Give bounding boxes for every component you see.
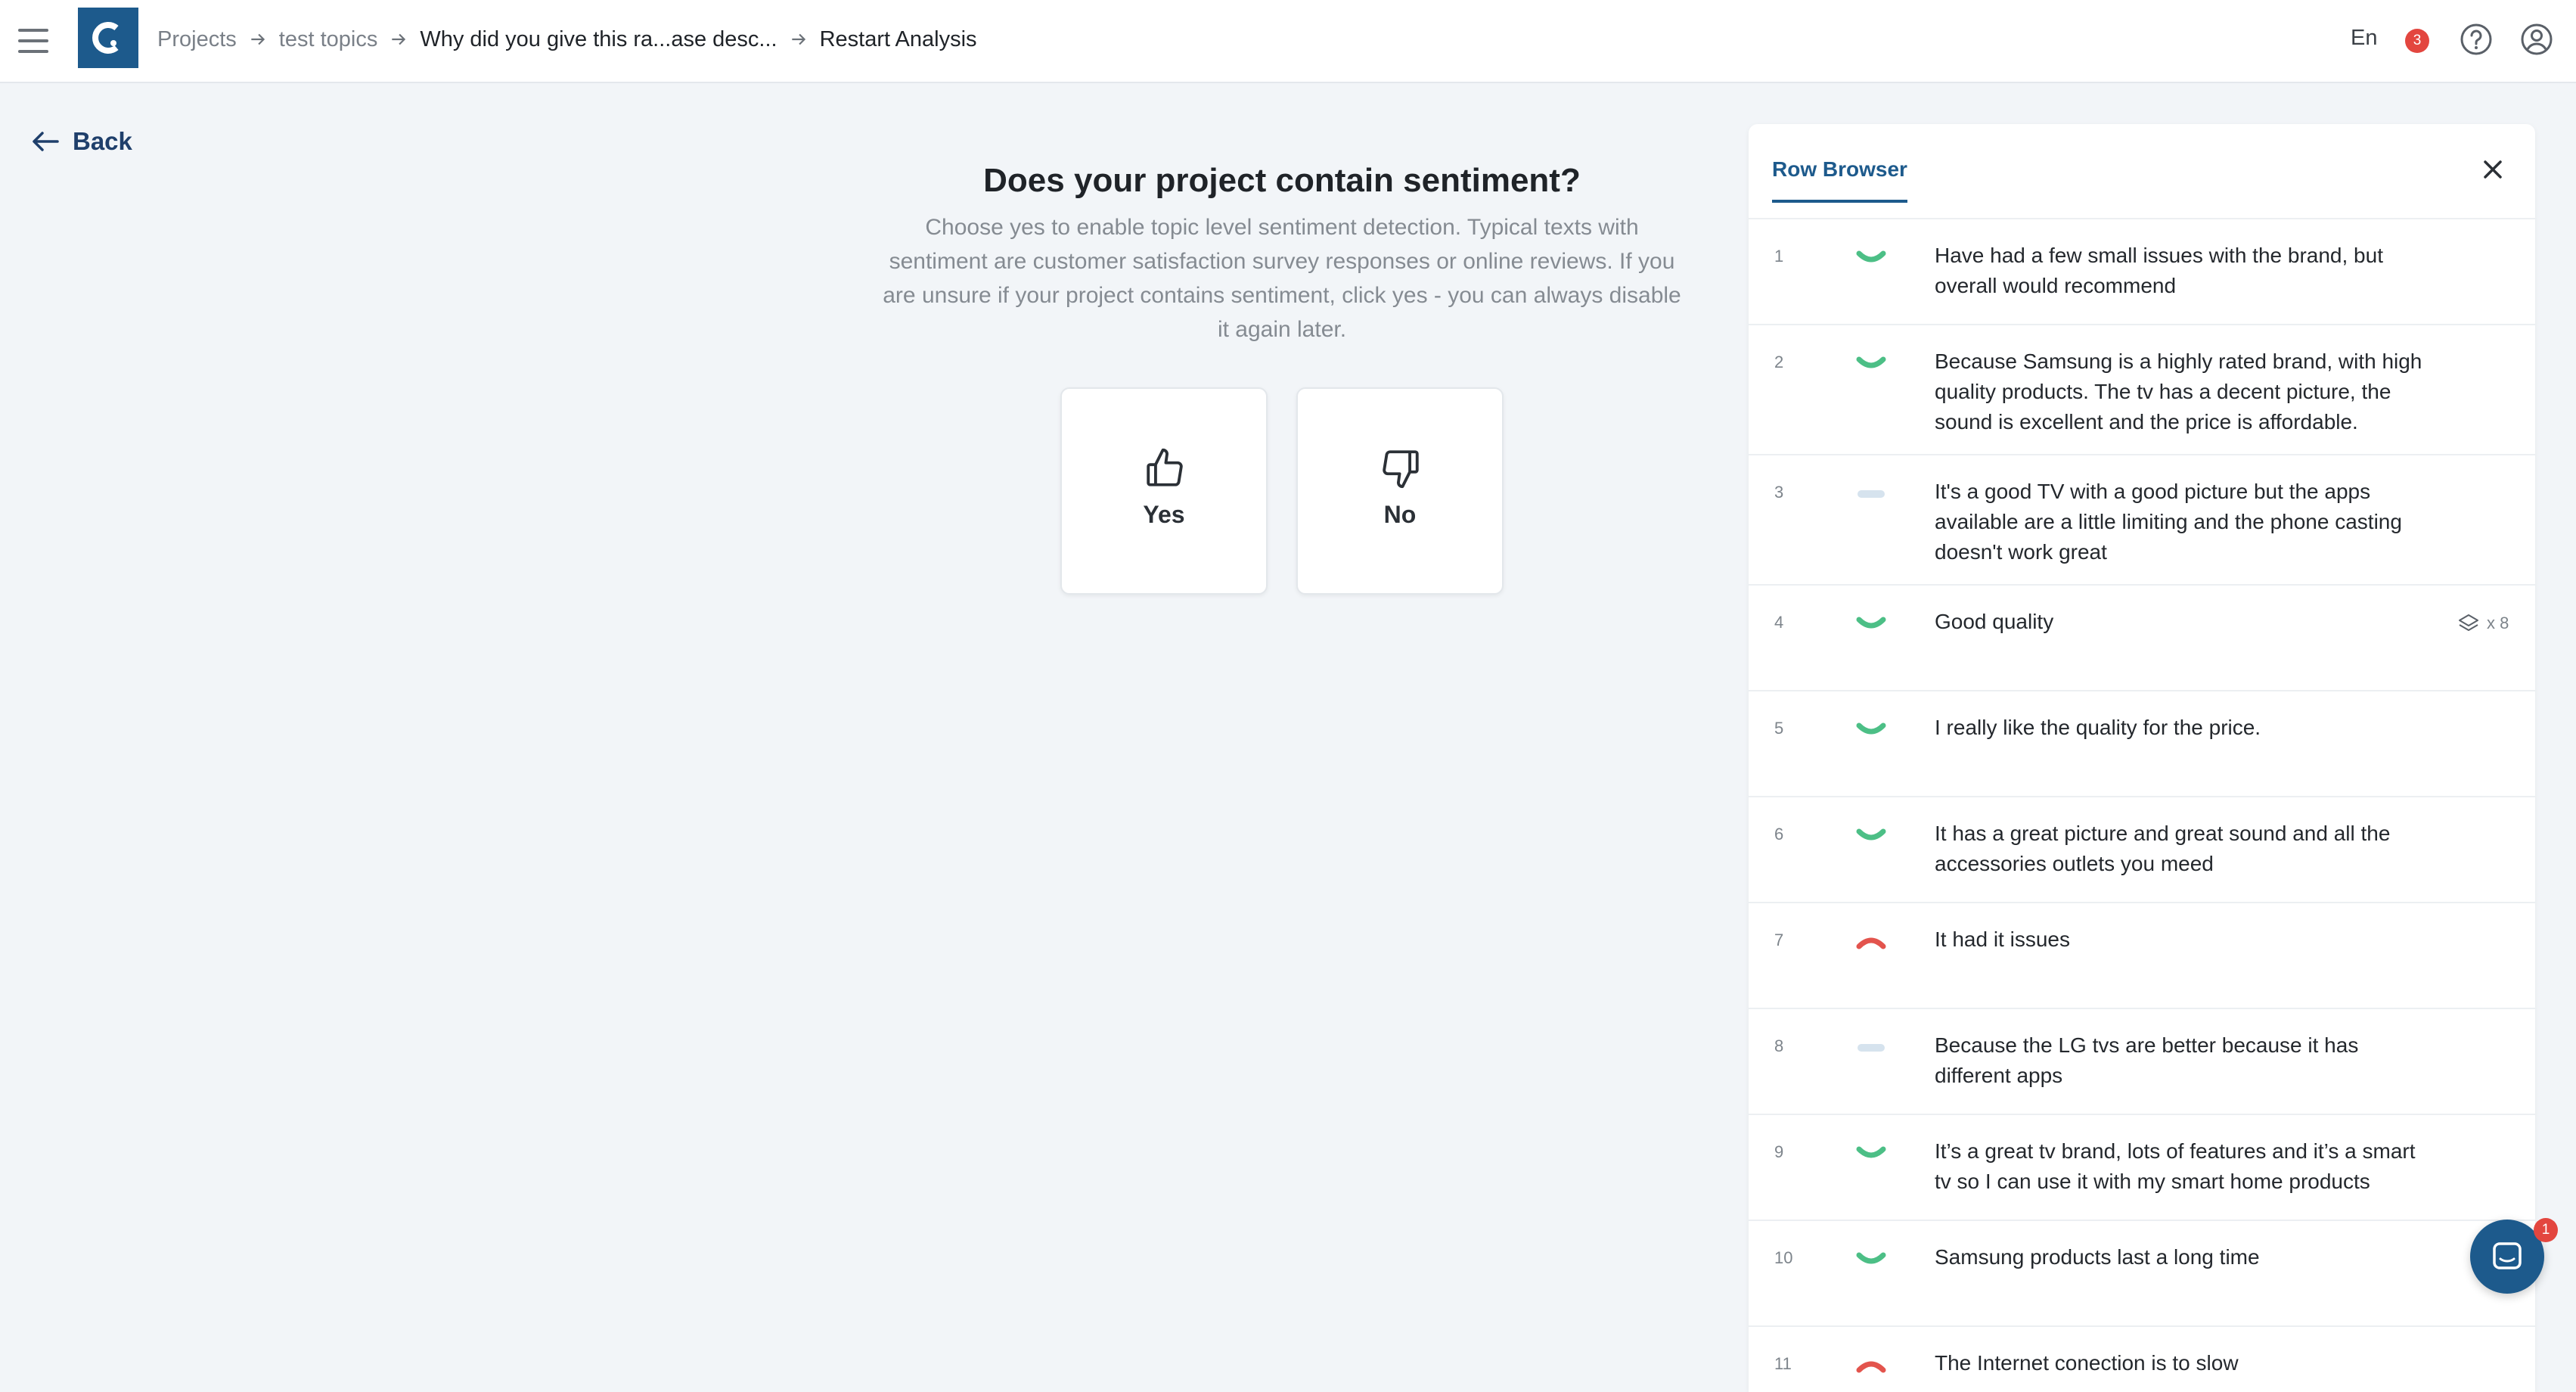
positive-sentiment-icon	[1856, 617, 1886, 629]
breadcrumb-restart-analysis: Restart Analysis	[819, 26, 977, 51]
list-item[interactable]: 2 Because Samsung is a highly rated brand…	[1749, 325, 2535, 455]
row-text: Samsung products last a long time	[1935, 1245, 2260, 1269]
notification-badge[interactable]: 3	[2405, 29, 2429, 53]
row-text: Have had a few small issues with the bra…	[1935, 244, 2383, 297]
back-button[interactable]: Back	[30, 127, 132, 156]
hamburger-menu-icon[interactable]	[17, 26, 51, 56]
list-item[interactable]: 11 The Internet conection is to slow	[1749, 1327, 2535, 1392]
thumbs-up-icon	[1147, 448, 1183, 486]
duplicates-indicator[interactable]: x 8	[2457, 611, 2509, 635]
list-item[interactable]: 3 It's a good TV with a good picture but …	[1749, 455, 2535, 586]
row-number: 1	[1774, 247, 1784, 266]
app-logo[interactable]	[78, 8, 138, 68]
list-item[interactable]: 5 I really like the quality for the price…	[1749, 691, 2535, 797]
row-text: Because Samsung is a highly rated brand,…	[1935, 350, 2422, 433]
list-item[interactable]: 1 Have had a few small issues with the br…	[1749, 219, 2535, 325]
no-label: No	[1383, 501, 1417, 528]
user-circle-icon[interactable]	[2519, 21, 2555, 57]
list-item[interactable]: 4 Good quality x 8	[1749, 586, 2535, 691]
row-number: 11	[1774, 1354, 1792, 1373]
chat-notification-badge: 1	[2534, 1218, 2558, 1242]
chevron-right-icon	[777, 30, 820, 49]
language-selector[interactable]: En	[2351, 26, 2377, 51]
list-item[interactable]: 7 It had it issues	[1749, 903, 2535, 1009]
row-number: 5	[1774, 719, 1784, 738]
no-button[interactable]: No	[1296, 387, 1504, 595]
question-title: Does your project contain sentiment?	[983, 162, 1581, 199]
positive-sentiment-icon	[1856, 250, 1886, 263]
chat-icon	[2493, 1242, 2522, 1269]
chevron-right-icon	[237, 30, 279, 49]
breadcrumb-question[interactable]: Why did you give this ra...ase desc...	[420, 27, 777, 52]
negative-sentiment-icon	[1856, 1361, 1886, 1373]
row-text: It had it issues	[1935, 927, 2070, 951]
back-label: Back	[73, 127, 132, 155]
positive-sentiment-icon	[1856, 1252, 1886, 1264]
duplicates-count: x 8	[2487, 614, 2509, 632]
breadcrumb-projects[interactable]: Projects	[157, 27, 237, 52]
row-number: 3	[1774, 483, 1784, 502]
positive-sentiment-icon	[1856, 828, 1886, 840]
row-number: 9	[1774, 1142, 1784, 1161]
top-bar: Projects test topics Why did you give th…	[0, 0, 2576, 83]
negative-sentiment-icon	[1856, 937, 1886, 949]
row-text: The Internet conection is to slow	[1935, 1351, 2239, 1375]
question-description: Choose yes to enable topic level sentime…	[883, 215, 1681, 342]
row-text: It's a good TV with a good picture but t…	[1935, 480, 2402, 564]
list-item[interactable]: 10 Samsung products last a long time	[1749, 1221, 2535, 1327]
row-list: 1 Have had a few small issues with the br…	[1749, 219, 2535, 1392]
sentiment-question: Does your project contain sentiment? Cho…	[877, 162, 1687, 346]
list-item[interactable]: 6 It has a great picture and great sound …	[1749, 797, 2535, 903]
row-text: Good quality	[1935, 610, 2054, 633]
row-number: 7	[1774, 931, 1784, 949]
row-browser-panel: Row Browser 1 Have had a few small issues…	[1749, 124, 2535, 1392]
breadcrumb: Projects test topics Why did you give th…	[157, 23, 977, 56]
row-browser-header: Row Browser	[1749, 124, 2535, 219]
row-text: It has a great picture and great sound a…	[1935, 822, 2391, 875]
row-number: 6	[1774, 825, 1784, 844]
help-circle-icon[interactable]	[2458, 21, 2494, 57]
row-number: 8	[1774, 1036, 1784, 1055]
positive-sentiment-icon	[1856, 356, 1886, 368]
yes-label: Yes	[1143, 501, 1185, 528]
positive-sentiment-icon	[1856, 722, 1886, 735]
close-icon[interactable]	[2479, 156, 2506, 183]
tab-row-browser[interactable]: Row Browser	[1772, 157, 1907, 203]
row-number: 2	[1774, 353, 1784, 371]
positive-sentiment-icon	[1856, 1146, 1886, 1158]
neutral-sentiment-icon	[1858, 490, 1885, 498]
chevron-right-icon	[377, 30, 420, 49]
row-number: 4	[1774, 613, 1784, 632]
list-item[interactable]: 9 It’s a great tv brand, lots of features…	[1749, 1115, 2535, 1221]
list-item[interactable]: 8 Because the LG tvs are better because i…	[1749, 1009, 2535, 1115]
row-text: I really like the quality for the price.	[1935, 716, 2261, 739]
thumbs-down-icon	[1383, 450, 1419, 489]
row-text: It’s a great tv brand, lots of features …	[1935, 1139, 2416, 1193]
neutral-sentiment-icon	[1858, 1044, 1885, 1052]
layers-icon	[2459, 614, 2478, 631]
yes-button[interactable]: Yes	[1060, 387, 1268, 595]
row-text: Because the LG tvs are better because it…	[1935, 1033, 2359, 1087]
arrow-left-icon	[33, 132, 59, 151]
breadcrumb-test-topics[interactable]: test topics	[279, 27, 378, 52]
row-number: 10	[1774, 1248, 1793, 1267]
